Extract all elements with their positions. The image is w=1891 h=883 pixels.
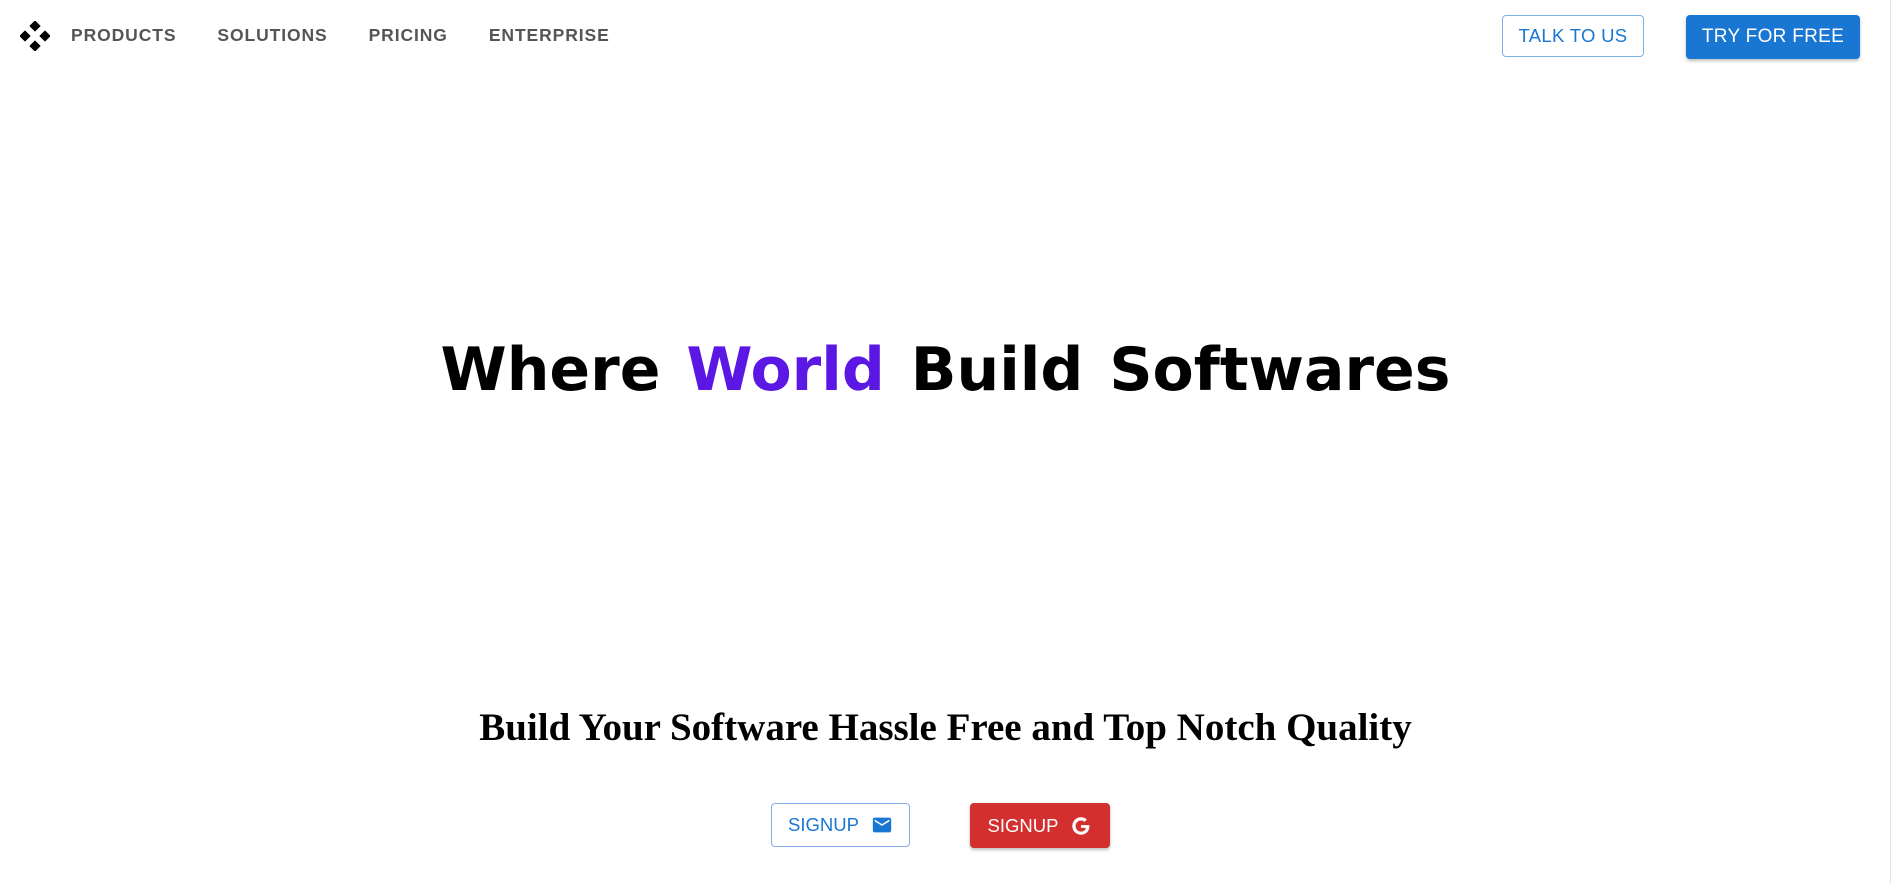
main-nav: PRODUCTS SOLUTIONS PRICING ENTERPRISE <box>71 0 651 72</box>
hero-word-where: Where <box>440 335 661 405</box>
nav-enterprise[interactable]: ENTERPRISE <box>489 25 610 46</box>
hero-subtitle: Build Your Software Hassle Free and Top … <box>479 706 1412 749</box>
signup-google-label: SIGNUP <box>987 814 1059 836</box>
hero-title: Where World Build Softwares <box>0 330 1891 410</box>
mail-icon <box>871 814 893 836</box>
signup-google-button[interactable]: SIGNUP <box>970 803 1110 848</box>
hero-word-build: Build <box>910 335 1084 405</box>
nav-solutions[interactable]: SOLUTIONS <box>217 25 327 46</box>
google-icon <box>1070 815 1092 837</box>
top-navbar: PRODUCTS SOLUTIONS PRICING ENTERPRISE TA… <box>0 0 1891 72</box>
hero-word-softwares: Softwares <box>1109 335 1451 405</box>
diamond-grid-logo-icon[interactable] <box>19 20 51 52</box>
hero-word-world: World <box>686 335 885 405</box>
nav-pricing[interactable]: PRICING <box>369 25 448 46</box>
signup-email-button[interactable]: SIGNUP <box>771 803 910 847</box>
talk-to-us-button[interactable]: TALK TO US <box>1502 15 1644 57</box>
signup-email-label: SIGNUP <box>788 814 859 835</box>
nav-products[interactable]: PRODUCTS <box>71 25 176 46</box>
try-for-free-button[interactable]: TRY FOR FREE <box>1686 15 1860 59</box>
